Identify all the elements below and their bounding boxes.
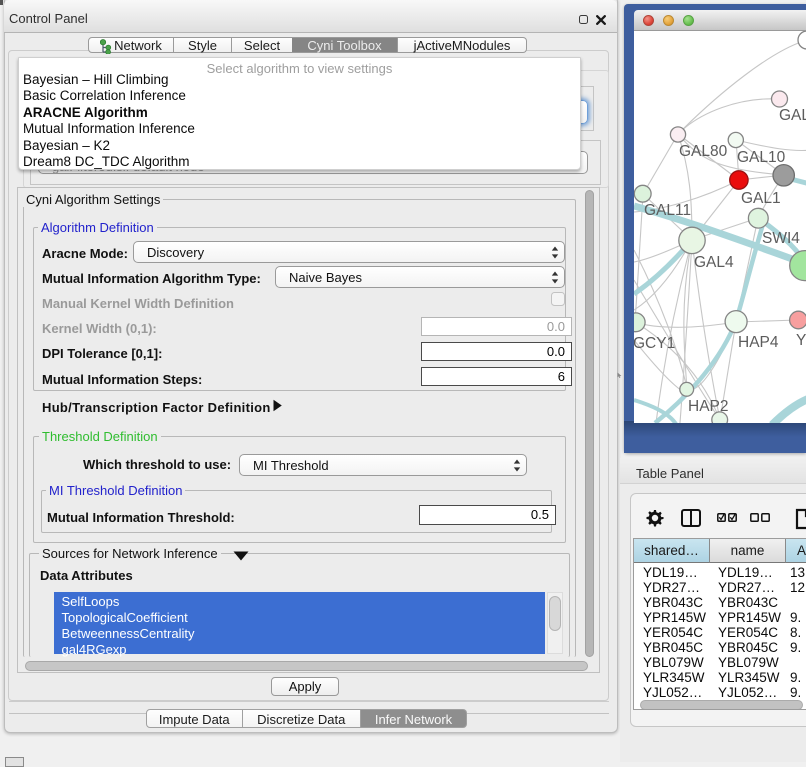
svg-text:GAL10: GAL10 <box>737 149 786 166</box>
svg-text:HAP2: HAP2 <box>688 398 729 415</box>
svg-text:GCY1: GCY1 <box>634 335 675 352</box>
svg-text:GAL80: GAL80 <box>679 143 728 160</box>
svg-text:GAL4: GAL4 <box>694 254 734 271</box>
svg-text:GAL1: GAL1 <box>741 190 781 207</box>
svg-text:HAP4: HAP4 <box>738 334 779 351</box>
svg-text:GAL7: GAL7 <box>779 107 806 124</box>
svg-text:SWI4: SWI4 <box>762 230 800 247</box>
svg-text:GAL11: GAL11 <box>644 202 691 219</box>
svg-text:Y: Y <box>796 332 806 349</box>
